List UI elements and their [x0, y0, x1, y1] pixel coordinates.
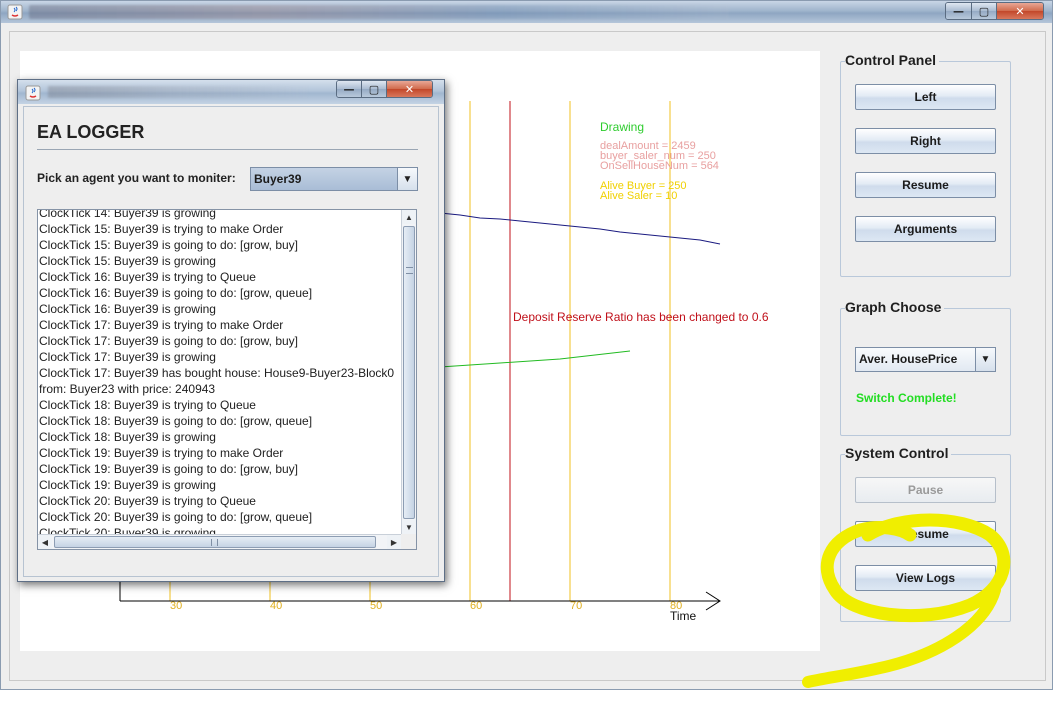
price-series-line: [439, 212, 721, 245]
legend-on-sell-house-num: OnSellHouseNum = 564: [600, 160, 719, 172]
log-lines: ClockTick 14: Buyer39 is growing ClockTic…: [39, 209, 402, 541]
agent-pick-label: Pick an agent you want to moniter:: [37, 171, 236, 185]
log-line: ClockTick 18: Buyer39 is going to do: [g…: [39, 414, 313, 428]
x-axis-label: Time: [670, 609, 697, 623]
window-title: [29, 5, 729, 19]
x-tick-40: 40: [270, 600, 283, 612]
log-line: ClockTick 16: Buyer39 is growing: [39, 302, 216, 316]
log-line: ClockTick 15: Buyer39 is trying to make …: [39, 222, 284, 236]
legend-drawing: Drawing: [600, 120, 645, 134]
close-icon[interactable]: ✕: [997, 3, 1043, 19]
resume-button[interactable]: Resume: [855, 521, 996, 547]
close-icon[interactable]: ✕: [387, 81, 432, 97]
logger-window-title: [48, 86, 308, 98]
grip-icon: [211, 539, 218, 546]
log-line: ClockTick 17: Buyer39 is going to do: [g…: [39, 334, 299, 348]
bottom-blank-area: [0, 690, 1053, 715]
system-control-title: System Control: [845, 445, 952, 461]
agent-select[interactable]: Buyer39 ▼: [250, 167, 418, 191]
agent-select-value: Buyer39: [254, 172, 302, 186]
log-line: ClockTick 17: Buyer39 is growing: [39, 350, 216, 364]
scroll-corner: [401, 534, 416, 549]
minimize-icon[interactable]: —: [337, 81, 362, 97]
graph-choose-title: Graph Choose: [845, 299, 945, 315]
log-line: ClockTick 15: Buyer39 is going to do: [g…: [39, 238, 299, 252]
horizontal-scroll-thumb[interactable]: [54, 536, 376, 548]
legend-alive-saler: Alive Saler = 10: [600, 190, 678, 202]
graph-choose-group: [840, 308, 1011, 436]
maximize-icon[interactable]: ▢: [972, 3, 997, 19]
scroll-up-icon[interactable]: ▲: [402, 210, 416, 224]
view-logs-button[interactable]: View Logs: [855, 565, 996, 591]
vertical-scrollbar[interactable]: ▲ ▼: [401, 210, 416, 535]
log-line: ClockTick 14: Buyer39 is growing: [39, 209, 216, 220]
x-tick-50: 50: [370, 600, 383, 612]
log-line: ClockTick 19: Buyer39 is growing: [39, 478, 216, 492]
x-tick-30: 30: [170, 600, 183, 612]
control-panel-title: Control Panel: [845, 52, 940, 68]
log-line: ClockTick 18: Buyer39 is growing: [39, 430, 216, 444]
log-line: ClockTick 20: Buyer39 is going to do: [g…: [39, 510, 313, 524]
scroll-right-icon[interactable]: ▶: [387, 535, 401, 549]
java-app-icon: [7, 4, 23, 20]
chevron-down-icon[interactable]: ▼: [975, 348, 995, 371]
logger-window-controls: — ▢ ✕: [336, 80, 433, 98]
x-tick-60: 60: [470, 600, 483, 612]
green-series-line: [439, 350, 631, 368]
graph-select-value: Aver. HousePrice: [859, 352, 958, 366]
logger-heading: EA LOGGER: [37, 122, 145, 142]
log-line: ClockTick 18: Buyer39 is trying to Queue: [39, 398, 256, 412]
log-line: ClockTick 19: Buyer39 is trying to make …: [39, 446, 284, 460]
main-titlebar[interactable]: — ▢ ✕: [1, 1, 1052, 23]
pause-button[interactable]: Pause: [855, 477, 996, 503]
minimize-icon[interactable]: —: [946, 3, 972, 19]
switch-status: Switch Complete!: [856, 391, 957, 405]
log-line: from: Buyer23 with price: 240943: [39, 382, 216, 396]
log-line: ClockTick 16: Buyer39 is trying to Queue: [39, 270, 256, 284]
log-line: ClockTick 16: Buyer39 is going to do: [g…: [39, 286, 313, 300]
resume-control-button[interactable]: Resume: [855, 172, 996, 198]
log-text-area[interactable]: ClockTick 14: Buyer39 is growing ClockTic…: [37, 209, 417, 550]
horizontal-scrollbar[interactable]: ◀ ▶: [38, 534, 403, 549]
log-line: ClockTick 17: Buyer39 has bought house: …: [39, 366, 395, 380]
left-button[interactable]: Left: [855, 84, 996, 110]
right-button[interactable]: Right: [855, 128, 996, 154]
graph-select[interactable]: Aver. HousePrice ▼: [855, 347, 996, 372]
logger-separator: [37, 149, 418, 150]
log-line: ClockTick 20: Buyer39 is trying to Queue: [39, 494, 256, 508]
vertical-scroll-thumb[interactable]: [403, 226, 415, 519]
chevron-down-icon[interactable]: ▼: [397, 168, 417, 190]
maximize-icon[interactable]: ▢: [362, 81, 387, 97]
logger-titlebar[interactable]: — ▢ ✕: [18, 80, 444, 104]
event-message: Deposit Reserve Ratio has been changed t…: [513, 310, 769, 324]
log-line: ClockTick 19: Buyer39 is going to do: [g…: [39, 462, 299, 476]
arguments-button[interactable]: Arguments: [855, 216, 996, 242]
grip-icon: [406, 267, 413, 274]
scroll-left-icon[interactable]: ◀: [38, 535, 52, 549]
scroll-down-icon[interactable]: ▼: [402, 520, 416, 534]
x-tick-70: 70: [570, 600, 583, 612]
java-app-icon: [25, 85, 41, 101]
window-controls: — ▢ ✕: [945, 2, 1044, 20]
log-line: ClockTick 17: Buyer39 is trying to make …: [39, 318, 284, 332]
log-line: ClockTick 15: Buyer39 is growing: [39, 254, 216, 268]
